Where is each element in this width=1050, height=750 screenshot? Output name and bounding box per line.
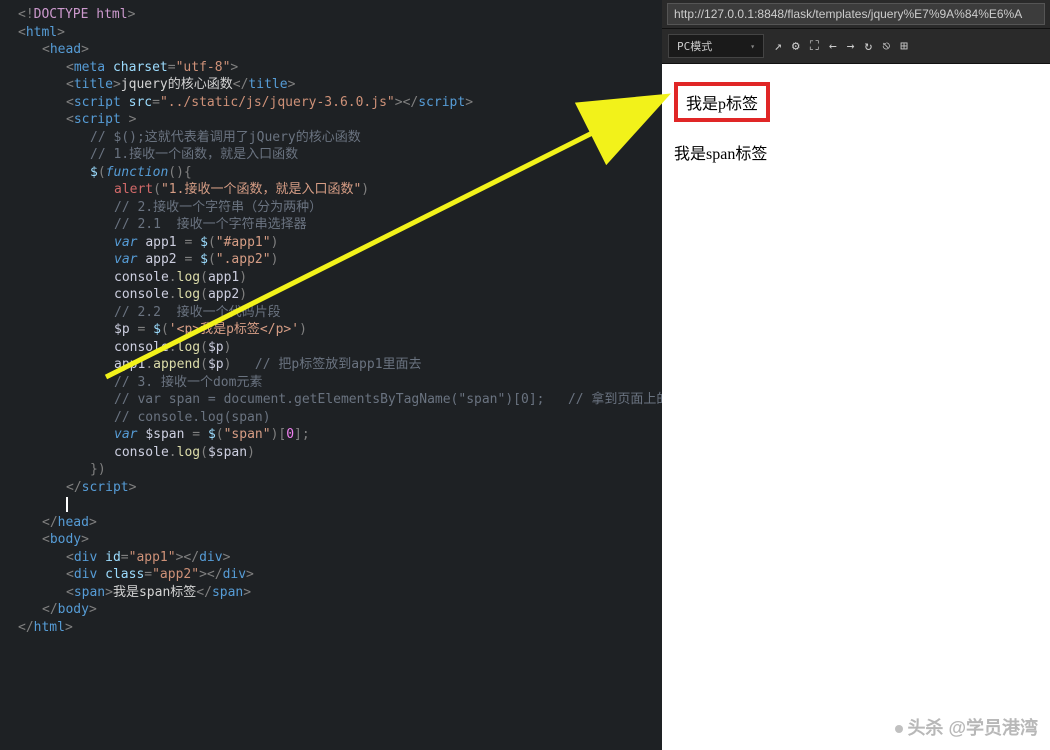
- grid-icon[interactable]: ⊞: [900, 39, 908, 54]
- fullscreen-icon[interactable]: ⛶: [810, 39, 819, 54]
- lock-icon[interactable]: ⎋: [882, 39, 890, 54]
- url-bar: [662, 0, 1050, 29]
- watermark: 头杀 @学员港湾: [895, 714, 1038, 740]
- span-text: 我是span标签: [674, 140, 1038, 164]
- highlighted-p-tag: 我是p标签: [674, 82, 770, 122]
- refresh-icon[interactable]: ↻: [865, 39, 873, 54]
- forward-icon[interactable]: →: [847, 39, 855, 54]
- external-icon[interactable]: ↗: [774, 39, 782, 54]
- code-editor[interactable]: <!DOCTYPE html> <html> <head> <meta char…: [0, 0, 662, 750]
- url-input[interactable]: [667, 3, 1045, 25]
- back-icon[interactable]: ←: [829, 39, 837, 54]
- mode-select[interactable]: PC模式: [668, 34, 764, 58]
- cursor-icon: [66, 497, 68, 512]
- settings-icon[interactable]: ⚙: [792, 39, 800, 54]
- preview-toolbar: PC模式 ↗ ⚙ ⛶ ← → ↻ ⎋ ⊞: [662, 29, 1050, 64]
- browser-preview: PC模式 ↗ ⚙ ⛶ ← → ↻ ⎋ ⊞ 我是p标签 我是span标签: [662, 0, 1050, 750]
- preview-content: 我是p标签 我是span标签: [662, 64, 1050, 750]
